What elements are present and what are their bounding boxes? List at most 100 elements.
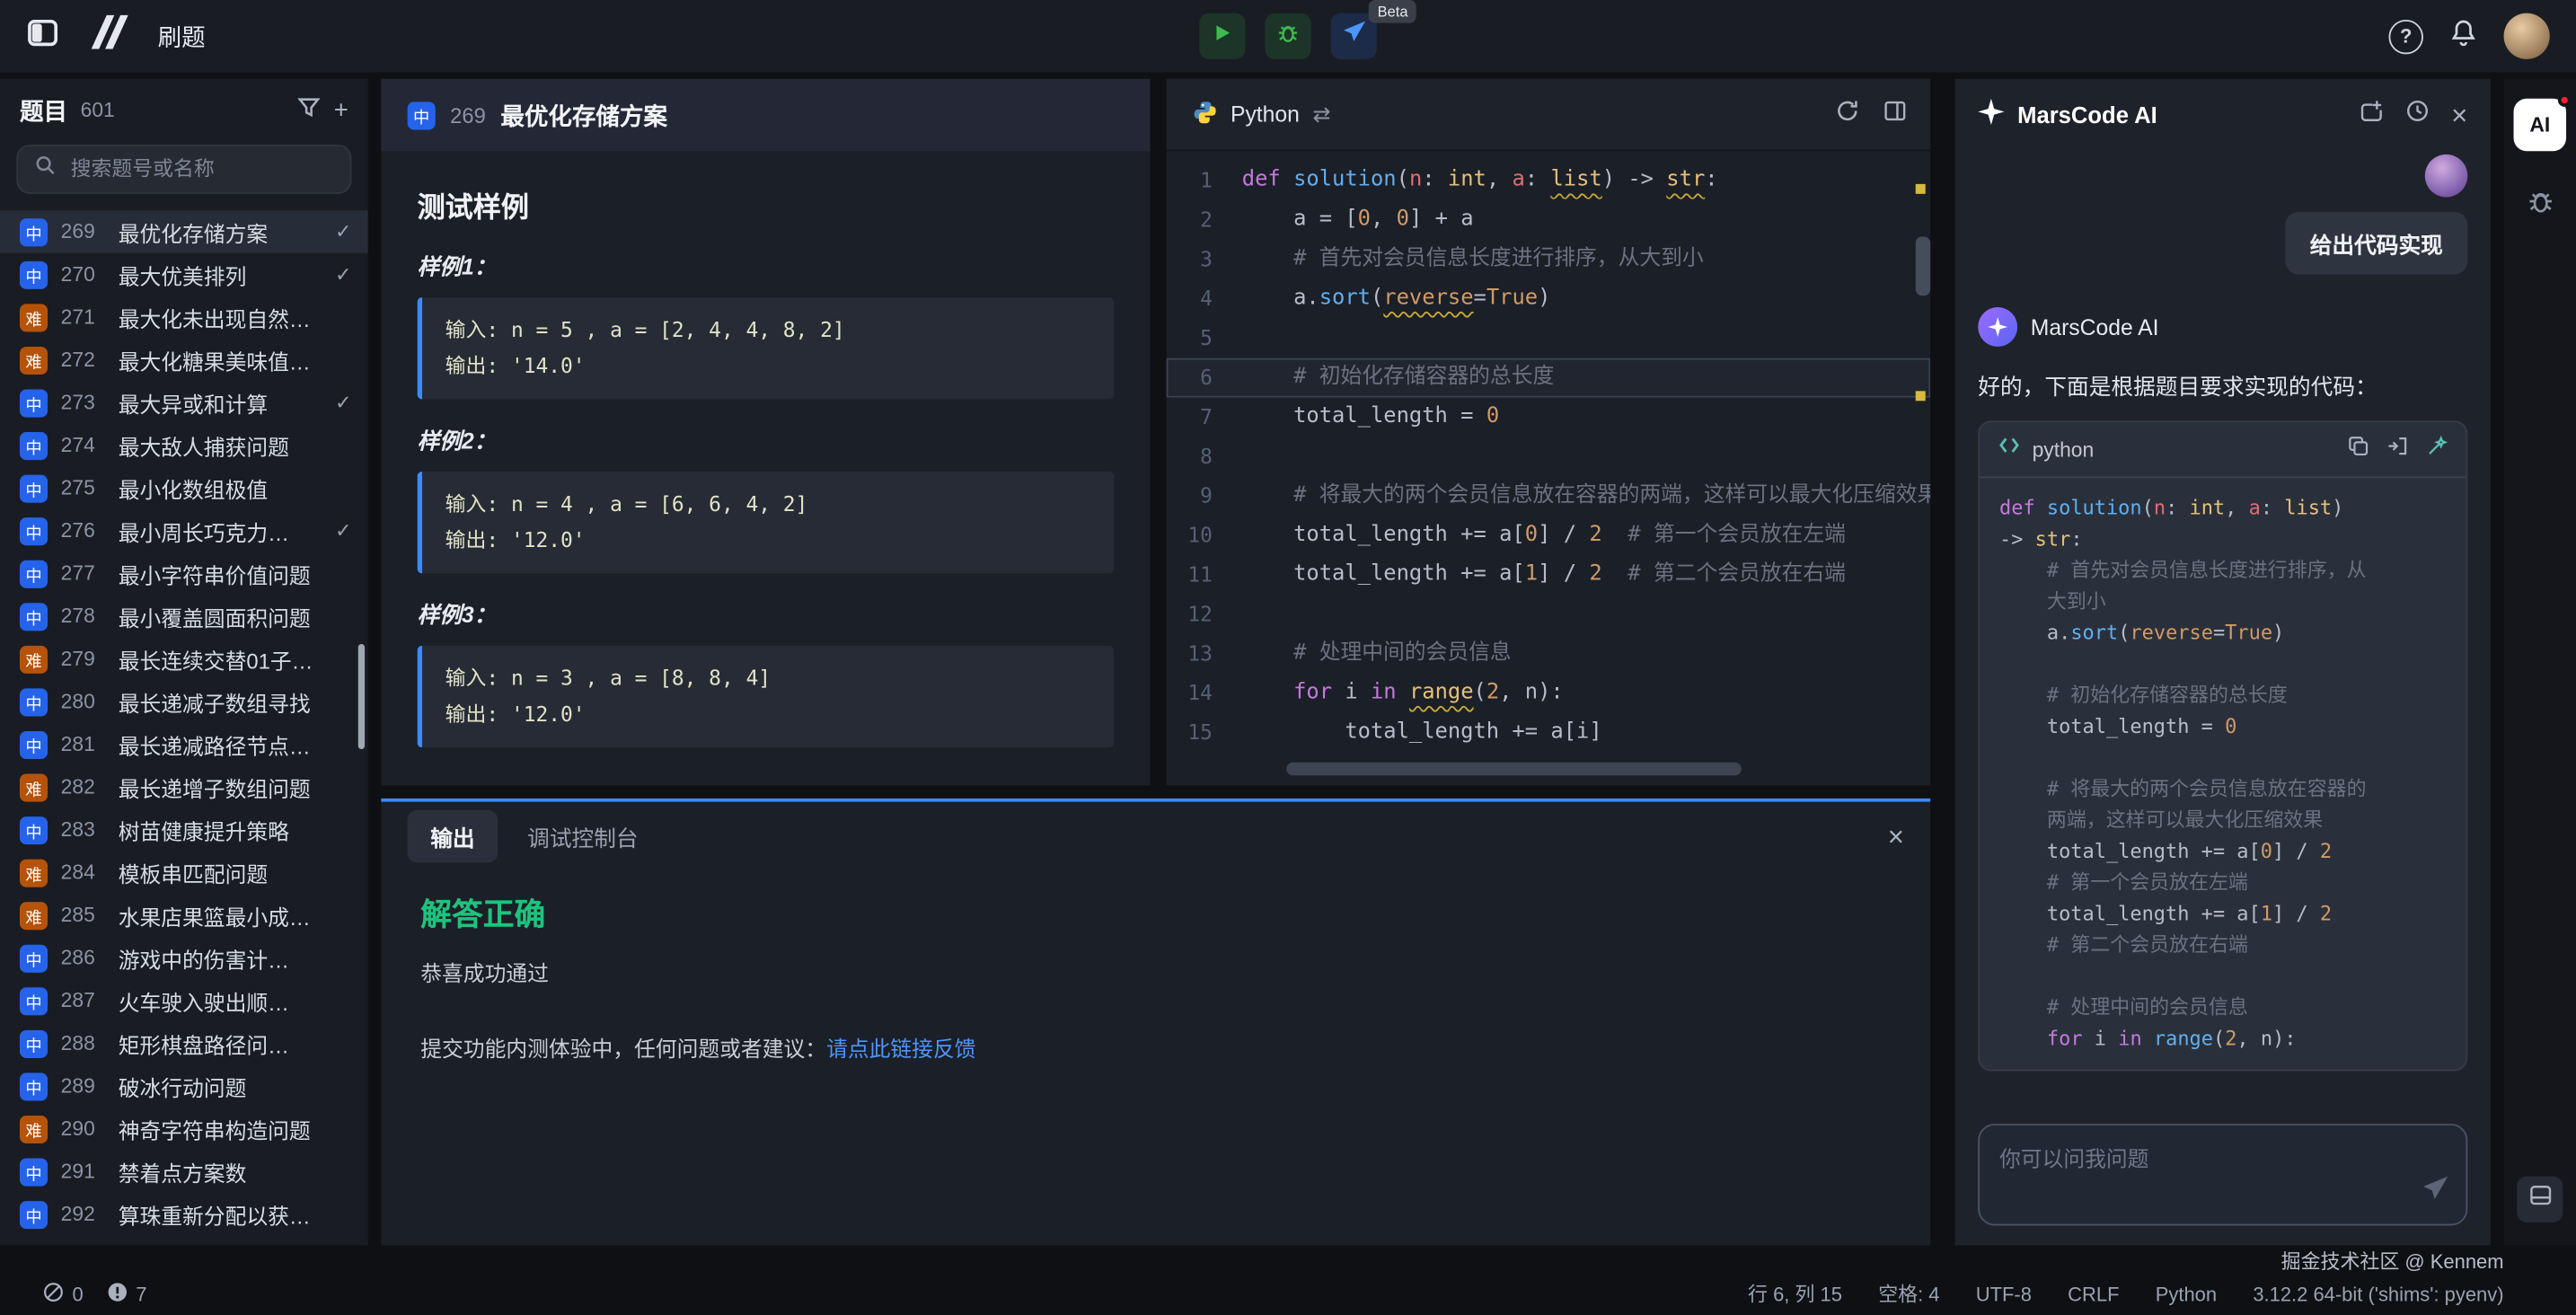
encoding[interactable]: UTF-8 <box>1976 1283 2032 1306</box>
refresh-button[interactable] <box>1835 98 1859 131</box>
submit-button[interactable]: Beta <box>1331 13 1377 59</box>
user-avatar[interactable] <box>2504 13 2550 59</box>
search-icon <box>34 154 56 184</box>
problem-row[interactable]: 难279最长连续交替01子… <box>0 638 368 681</box>
add-problem-button[interactable]: + <box>334 96 348 124</box>
copy-code-button[interactable] <box>2348 435 2369 464</box>
problem-row[interactable]: 中269最优化存储方案✓ <box>0 210 368 253</box>
notification-dot <box>2558 93 2572 107</box>
problem-row[interactable]: 难271最大化未出现自然… <box>0 296 368 339</box>
send-button[interactable] <box>2422 1175 2449 1211</box>
help-button[interactable]: ? <box>2389 19 2423 53</box>
ai-label: AI <box>2529 113 2550 137</box>
ai-code[interactable]: def solution(n: int, a: list)-> str: # 首… <box>1980 478 2466 1069</box>
problem-row[interactable]: 中275最小化数组极值 <box>0 466 368 509</box>
language-mode[interactable]: Python <box>2156 1283 2217 1306</box>
code-card-header: python <box>1980 422 2466 478</box>
bug-report-button[interactable] <box>2526 188 2554 224</box>
ai-input-field[interactable] <box>1980 1125 2466 1224</box>
search-input[interactable] <box>67 156 339 182</box>
problem-row[interactable]: 中288矩形棋盘路径问… <box>0 1022 368 1065</box>
tab-output[interactable]: 输出 <box>408 810 498 863</box>
problem-row[interactable]: 中292算珠重新分配以获… <box>0 1193 368 1236</box>
marscode-logo-icon[interactable] <box>82 14 128 57</box>
difficulty-badge: 中 <box>20 217 48 245</box>
split-editor-button[interactable] <box>1883 98 1907 131</box>
problems-status[interactable]: 0 7 <box>43 1281 147 1307</box>
problem-id: 269 <box>61 220 105 243</box>
history-button[interactable] <box>2405 99 2430 132</box>
done-check-icon: ✓ <box>335 263 351 287</box>
interpreter[interactable]: 3.12.2 64-bit ('shims': pyenv) <box>2253 1283 2503 1306</box>
problem-row[interactable]: 中274最大敌人捕获问题 <box>0 424 368 467</box>
editor-vertical-scrollbar[interactable] <box>1916 236 1930 296</box>
problem-list[interactable]: 中269最优化存储方案✓中270最大优美排列✓难271最大化未出现自然…难272… <box>0 210 368 1245</box>
sample-block: 输入: n = 4 , a = [6, 6, 4, 2] 输出: '12.0' <box>418 472 1115 573</box>
magic-apply-button[interactable] <box>2427 435 2448 464</box>
problem-row[interactable]: 中278最小覆盖圆面积问题 <box>0 595 368 638</box>
problem-sidebar: 题目 601 + 中269最优化存储方案✓中270最大优美排列✓难271最大化未… <box>0 79 368 1246</box>
app-root: 刷题 Beta ? <box>0 0 2576 1314</box>
editor-code[interactable]: 1def solution(n: int, a: list) -> str:2 … <box>1167 151 1931 752</box>
code-line: 5 <box>1167 319 1931 358</box>
ai-close-button[interactable]: × <box>2451 101 2467 128</box>
ai-input-box[interactable] <box>1978 1124 2467 1225</box>
problem-row[interactable]: 中291禁着点方案数 <box>0 1150 368 1193</box>
problem-row[interactable]: 中273最大异或和计算✓ <box>0 381 368 424</box>
problem-row[interactable]: 中277最小字符串价值问题 <box>0 552 368 596</box>
split-editor-icon <box>1883 101 1907 128</box>
problem-row[interactable]: 中281最长递减路径节点… <box>0 723 368 766</box>
tab-debug-console[interactable]: 调试控制台 <box>527 820 638 853</box>
problem-count: 601 <box>81 99 115 122</box>
problem-row[interactable]: 中270最大优美排列✓ <box>0 253 368 296</box>
problem-id: 289 <box>61 1074 105 1098</box>
errors-status[interactable]: 0 <box>43 1281 84 1307</box>
tab-python[interactable]: Python <box>1193 100 1300 129</box>
warnings-status[interactable]: 7 <box>106 1281 146 1307</box>
editor-horizontal-scrollbar[interactable] <box>1286 763 1742 776</box>
problem-row[interactable]: 难285水果店果篮最小成… <box>0 894 368 937</box>
problem-body[interactable]: 测试样例 样例1： 输入: n = 5 , a = [2, 4, 4, 8, 2… <box>381 151 1150 785</box>
notifications-button[interactable] <box>2449 18 2477 54</box>
problem-title: 最小字符串价值问题 <box>119 558 352 589</box>
filter-button[interactable] <box>297 95 321 125</box>
problem-row[interactable]: 难282最长递增子数组问题 <box>0 765 368 808</box>
cursor-position[interactable]: 行 6, 列 15 <box>1748 1280 1842 1308</box>
search-box[interactable] <box>16 145 351 194</box>
error-icon <box>43 1281 65 1307</box>
toggle-panel-button[interactable] <box>2517 1177 2563 1222</box>
problem-id: 277 <box>61 562 105 586</box>
indent-setting[interactable]: 空格: 4 <box>1878 1280 1939 1308</box>
problem-row[interactable]: 中286游戏中的伤害计… <box>0 937 368 980</box>
run-button[interactable] <box>1199 13 1245 59</box>
code-line: # 第一个会员放在左端 <box>1999 868 2447 899</box>
feedback-link[interactable]: 请点此链接反馈 <box>826 1037 975 1061</box>
problem-row[interactable]: 难272最大化糖果美味值… <box>0 339 368 382</box>
sidebar-toggle-icon <box>26 27 59 55</box>
ai-sidebar-button[interactable]: AI <box>2514 99 2567 152</box>
eol-setting[interactable]: CRLF <box>2068 1283 2119 1306</box>
problem-id: 281 <box>61 733 105 756</box>
ai-chat-area[interactable]: 给出代码实现 MarsCode AI 好的，下面是根据题目要求实现的代码： py… <box>1955 151 2491 1108</box>
problem-row[interactable]: 中276最小周长巧克力…✓ <box>0 509 368 552</box>
line-number: 4 <box>1167 279 1242 319</box>
sidebar-toggle-button[interactable] <box>26 15 59 57</box>
problem-row[interactable]: 中289破冰行动问题 <box>0 1064 368 1108</box>
problem-row[interactable]: 中287火车驶入驶出顺… <box>0 979 368 1022</box>
line-number: 15 <box>1167 713 1242 753</box>
debug-button[interactable] <box>1265 13 1310 59</box>
code-card-actions <box>2348 435 2448 464</box>
new-chat-button[interactable] <box>2360 99 2384 132</box>
sidebar-scrollbar[interactable] <box>358 644 365 749</box>
console-close-button[interactable]: × <box>1888 822 1904 850</box>
problem-row[interactable]: 中280最长递减子数组寻找 <box>0 680 368 723</box>
problem-row[interactable]: 难284模板串匹配问题 <box>0 851 368 894</box>
problem-row[interactable]: 中283树苗健康提升策略 <box>0 808 368 852</box>
compare-icon[interactable]: ⇄ <box>1313 101 1331 127</box>
problem-title: 最小化数组极值 <box>119 472 352 504</box>
code-line: total_length += a[1] / 2 <box>1999 899 2447 931</box>
problem-row[interactable]: 难290神奇字符串构造问题 <box>0 1108 368 1151</box>
problem-title: 最小覆盖圆面积问题 <box>119 601 352 632</box>
insert-code-button[interactable] <box>2387 435 2409 464</box>
problem-title: 游戏中的伤害计… <box>119 942 352 974</box>
